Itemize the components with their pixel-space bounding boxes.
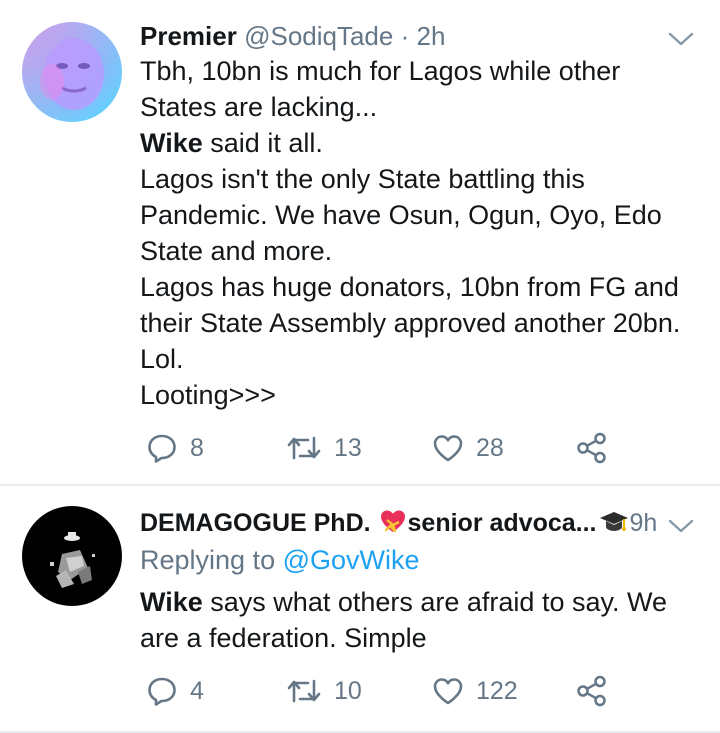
- tweet-actions: 4 10 122: [140, 671, 620, 711]
- text-line: Wike said it all.: [140, 128, 323, 158]
- avatar[interactable]: [22, 506, 122, 606]
- mention-bold: Wike: [140, 128, 203, 158]
- text-line: Pandemic. We have Osun, Ogun, Oyo, Edo: [140, 200, 662, 230]
- replying-to: Replying to @GovWike: [140, 545, 420, 575]
- heart-icon: [432, 432, 464, 464]
- like-count: 122: [476, 676, 518, 705]
- text-line: Lol.: [140, 344, 184, 374]
- heart-icon: [432, 675, 464, 707]
- author-name-suffix[interactable]: senior advoca...: [408, 509, 597, 537]
- reply-count: 4: [190, 676, 204, 705]
- reply-button[interactable]: 4: [146, 671, 204, 711]
- text-line: are a federation. Simple: [140, 623, 427, 653]
- share-icon: [576, 432, 608, 464]
- retweet-button[interactable]: 10: [286, 671, 362, 711]
- tweet-header: DEMAGOGUE PhD. senior advoca... 9h: [140, 506, 656, 540]
- tweet-text: Replying to @GovWike Wike says what othe…: [140, 542, 700, 656]
- reply-count: 8: [190, 433, 204, 462]
- avatar[interactable]: [22, 22, 122, 122]
- text-line: Lagos has huge donators, 10bn from FG an…: [140, 272, 679, 302]
- graduation-cap-emoji: [599, 506, 629, 536]
- author-name[interactable]: DEMAGOGUE PhD.: [140, 509, 371, 537]
- text-line: State and more.: [140, 236, 333, 266]
- retweet-count: 10: [334, 676, 362, 705]
- timestamp[interactable]: 2h: [417, 21, 446, 51]
- mention-bold: Wike: [140, 587, 203, 617]
- mention-link[interactable]: @GovWike: [283, 545, 420, 575]
- text-line: Tbh, 10bn is much for Lagos while other: [140, 56, 621, 86]
- reply-bubble-icon: [146, 432, 178, 464]
- tweet-actions: 8 13 28: [140, 428, 620, 468]
- tweet-header: Premier @SodiqTade · 2h: [140, 19, 660, 53]
- reply-bubble-icon: [146, 675, 178, 707]
- text-line: Lagos isn't the only State battling this: [140, 164, 585, 194]
- retweet-button[interactable]: 13: [286, 428, 362, 468]
- reply-button[interactable]: 8: [146, 428, 204, 468]
- tweet-text: Tbh, 10bn is much for Lagos while other …: [140, 53, 700, 413]
- author-handle[interactable]: @SodiqTade: [244, 21, 393, 51]
- like-count: 28: [476, 433, 504, 462]
- text-line: Wike says what others are afraid to say.…: [140, 587, 667, 617]
- share-button[interactable]: [576, 671, 608, 711]
- tweet-1[interactable]: Premier @SodiqTade · 2h Tbh, 10bn is muc…: [0, 0, 720, 484]
- separator: ·: [400, 21, 410, 51]
- timestamp[interactable]: 9h: [629, 509, 656, 537]
- share-icon: [576, 675, 608, 707]
- chevron-down-icon[interactable]: [668, 30, 694, 48]
- author-name[interactable]: Premier: [140, 21, 237, 51]
- like-button[interactable]: 28: [432, 428, 504, 468]
- tweet-2[interactable]: DEMAGOGUE PhD. senior advoca... 9h Reply…: [0, 486, 720, 733]
- text-line: their State Assembly approved another 20…: [140, 308, 681, 338]
- retweet-icon: [286, 675, 322, 707]
- retweet-count: 13: [334, 433, 362, 462]
- text-line: Looting>>>: [140, 380, 276, 410]
- retweet-icon: [286, 432, 322, 464]
- like-button[interactable]: 122: [432, 671, 518, 711]
- heart-with-ribbon-emoji: [378, 506, 408, 536]
- chevron-down-icon[interactable]: [668, 517, 694, 535]
- share-button[interactable]: [576, 428, 608, 468]
- text-line: States are lacking...: [140, 92, 378, 122]
